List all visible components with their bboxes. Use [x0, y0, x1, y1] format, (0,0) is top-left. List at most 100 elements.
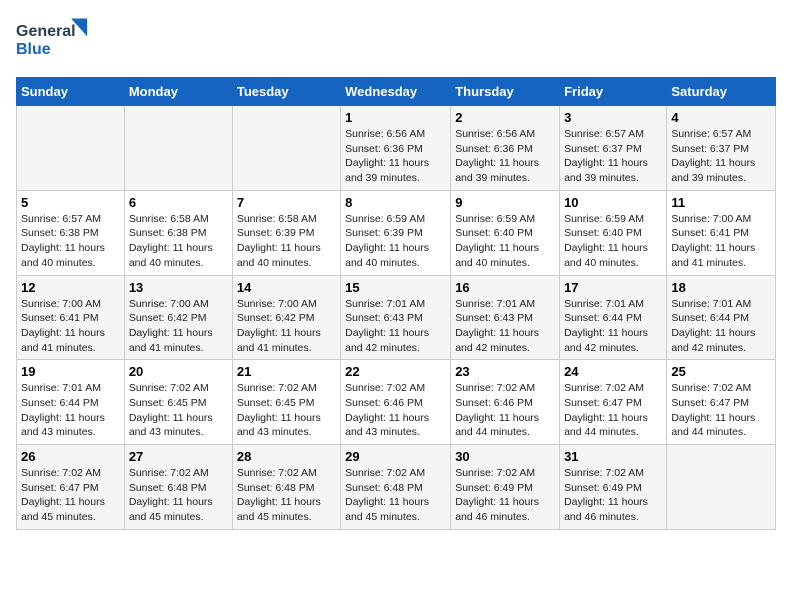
calendar-cell: 30 Sunrise: 7:02 AMSunset: 6:49 PMDayligh…	[451, 445, 560, 530]
calendar-cell: 31 Sunrise: 7:02 AMSunset: 6:49 PMDayligh…	[560, 445, 667, 530]
day-number: 20	[129, 364, 228, 379]
calendar-cell: 26 Sunrise: 7:02 AMSunset: 6:47 PMDayligh…	[17, 445, 125, 530]
day-number: 27	[129, 449, 228, 464]
day-info: Sunrise: 7:02 AMSunset: 6:46 PMDaylight:…	[345, 381, 446, 440]
day-info: Sunrise: 6:57 AMSunset: 6:38 PMDaylight:…	[21, 212, 120, 271]
calendar-cell: 16Sunrise: 7:01 AMSunset: 6:43 PMDayligh…	[451, 275, 560, 360]
calendar-cell: 19 Sunrise: 7:01 AMSunset: 6:44 PMDayligh…	[17, 360, 125, 445]
day-header-sunday: Sunday	[17, 78, 125, 106]
calendar-cell: 2 Sunrise: 6:56 AMSunset: 6:36 PMDaylight…	[451, 106, 560, 191]
day-info: Sunrise: 7:00 AMSunset: 6:42 PMDaylight:…	[237, 297, 336, 356]
calendar-cell	[232, 106, 340, 191]
week-row-1: 1 Sunrise: 6:56 AMSunset: 6:36 PMDaylight…	[17, 106, 776, 191]
day-info: Sunrise: 7:02 AMSunset: 6:47 PMDaylight:…	[21, 466, 120, 525]
calendar-cell: 20 Sunrise: 7:02 AMSunset: 6:45 PMDayligh…	[124, 360, 232, 445]
calendar-cell: 10 Sunrise: 6:59 AMSunset: 6:40 PMDayligh…	[560, 190, 667, 275]
day-info: Sunrise: 6:59 AMSunset: 6:40 PMDaylight:…	[564, 212, 662, 271]
calendar-cell: 18Sunrise: 7:01 AMSunset: 6:44 PMDayligh…	[667, 275, 776, 360]
day-header-monday: Monday	[124, 78, 232, 106]
day-number: 1	[345, 110, 446, 125]
day-info: Sunrise: 7:02 AMSunset: 6:47 PMDaylight:…	[564, 381, 662, 440]
day-info: Sunrise: 6:59 AMSunset: 6:39 PMDaylight:…	[345, 212, 446, 271]
calendar-cell: 29Sunrise: 7:02 AMSunset: 6:48 PMDayligh…	[341, 445, 451, 530]
calendar-cell: 14 Sunrise: 7:00 AMSunset: 6:42 PMDayligh…	[232, 275, 340, 360]
calendar-cell: 17 Sunrise: 7:01 AMSunset: 6:44 PMDayligh…	[560, 275, 667, 360]
calendar-cell: 27Sunrise: 7:02 AMSunset: 6:48 PMDayligh…	[124, 445, 232, 530]
day-number: 30	[455, 449, 555, 464]
calendar-cell	[124, 106, 232, 191]
day-info: Sunrise: 7:02 AMSunset: 6:49 PMDaylight:…	[564, 466, 662, 525]
calendar-cell: 23 Sunrise: 7:02 AMSunset: 6:46 PMDayligh…	[451, 360, 560, 445]
day-info: Sunrise: 7:01 AMSunset: 6:44 PMDaylight:…	[564, 297, 662, 356]
day-number: 14	[237, 280, 336, 295]
day-header-tuesday: Tuesday	[232, 78, 340, 106]
day-info: Sunrise: 7:00 AMSunset: 6:42 PMDaylight:…	[129, 297, 228, 356]
calendar-cell: 21 Sunrise: 7:02 AMSunset: 6:45 PMDayligh…	[232, 360, 340, 445]
day-number: 2	[455, 110, 555, 125]
day-number: 25	[671, 364, 771, 379]
week-row-4: 19 Sunrise: 7:01 AMSunset: 6:44 PMDayligh…	[17, 360, 776, 445]
day-info: Sunrise: 7:02 AMSunset: 6:47 PMDaylight:…	[671, 381, 771, 440]
svg-text:General: General	[16, 23, 76, 40]
calendar-cell: 22 Sunrise: 7:02 AMSunset: 6:46 PMDayligh…	[341, 360, 451, 445]
day-number: 24	[564, 364, 662, 379]
day-number: 31	[564, 449, 662, 464]
calendar-cell: 1 Sunrise: 6:56 AMSunset: 6:36 PMDaylight…	[341, 106, 451, 191]
page-header: General Blue	[16, 16, 776, 65]
day-info: Sunrise: 6:56 AMSunset: 6:36 PMDaylight:…	[455, 127, 555, 186]
day-info: Sunrise: 7:00 AMSunset: 6:41 PMDaylight:…	[671, 212, 771, 271]
week-row-2: 5 Sunrise: 6:57 AMSunset: 6:38 PMDaylight…	[17, 190, 776, 275]
calendar-cell: 9Sunrise: 6:59 AMSunset: 6:40 PMDaylight…	[451, 190, 560, 275]
calendar-cell: 12 Sunrise: 7:00 AMSunset: 6:41 PMDayligh…	[17, 275, 125, 360]
calendar-cell: 4 Sunrise: 6:57 AMSunset: 6:37 PMDaylight…	[667, 106, 776, 191]
day-number: 17	[564, 280, 662, 295]
day-info: Sunrise: 6:56 AMSunset: 6:36 PMDaylight:…	[345, 127, 446, 186]
day-number: 26	[21, 449, 120, 464]
day-number: 10	[564, 195, 662, 210]
day-number: 21	[237, 364, 336, 379]
calendar-cell: 7 Sunrise: 6:58 AMSunset: 6:39 PMDaylight…	[232, 190, 340, 275]
calendar-cell: 6 Sunrise: 6:58 AMSunset: 6:38 PMDaylight…	[124, 190, 232, 275]
day-number: 12	[21, 280, 120, 295]
svg-text:Blue: Blue	[16, 41, 51, 58]
day-info: Sunrise: 6:58 AMSunset: 6:39 PMDaylight:…	[237, 212, 336, 271]
calendar-cell: 5 Sunrise: 6:57 AMSunset: 6:38 PMDaylight…	[17, 190, 125, 275]
calendar-cell: 15 Sunrise: 7:01 AMSunset: 6:43 PMDayligh…	[341, 275, 451, 360]
calendar-cell: 24 Sunrise: 7:02 AMSunset: 6:47 PMDayligh…	[560, 360, 667, 445]
day-header-friday: Friday	[560, 78, 667, 106]
day-info: Sunrise: 6:59 AMSunset: 6:40 PMDaylight:…	[455, 212, 555, 271]
day-info: Sunrise: 7:01 AMSunset: 6:44 PMDaylight:…	[21, 381, 120, 440]
day-info: Sunrise: 6:57 AMSunset: 6:37 PMDaylight:…	[671, 127, 771, 186]
calendar-cell: 11 Sunrise: 7:00 AMSunset: 6:41 PMDayligh…	[667, 190, 776, 275]
day-info: Sunrise: 7:00 AMSunset: 6:41 PMDaylight:…	[21, 297, 120, 356]
day-header-wednesday: Wednesday	[341, 78, 451, 106]
calendar-cell: 3Sunrise: 6:57 AMSunset: 6:37 PMDaylight…	[560, 106, 667, 191]
day-number: 6	[129, 195, 228, 210]
day-number: 11	[671, 195, 771, 210]
calendar-table: SundayMondayTuesdayWednesdayThursdayFrid…	[16, 77, 776, 530]
calendar-cell: 25 Sunrise: 7:02 AMSunset: 6:47 PMDayligh…	[667, 360, 776, 445]
day-number: 5	[21, 195, 120, 210]
day-number: 7	[237, 195, 336, 210]
week-row-5: 26 Sunrise: 7:02 AMSunset: 6:47 PMDayligh…	[17, 445, 776, 530]
day-number: 29	[345, 449, 446, 464]
day-number: 4	[671, 110, 771, 125]
day-info: Sunrise: 7:02 AMSunset: 6:45 PMDaylight:…	[129, 381, 228, 440]
day-info: Sunrise: 7:02 AMSunset: 6:46 PMDaylight:…	[455, 381, 555, 440]
day-header-saturday: Saturday	[667, 78, 776, 106]
day-number: 22	[345, 364, 446, 379]
day-info: Sunrise: 7:02 AMSunset: 6:49 PMDaylight:…	[455, 466, 555, 525]
day-info: Sunrise: 7:01 AMSunset: 6:43 PMDaylight:…	[345, 297, 446, 356]
day-number: 8	[345, 195, 446, 210]
day-info: Sunrise: 7:02 AMSunset: 6:45 PMDaylight:…	[237, 381, 336, 440]
day-number: 23	[455, 364, 555, 379]
day-info: Sunrise: 7:02 AMSunset: 6:48 PMDaylight:…	[237, 466, 336, 525]
day-header-thursday: Thursday	[451, 78, 560, 106]
calendar-cell	[667, 445, 776, 530]
day-number: 19	[21, 364, 120, 379]
day-number: 15	[345, 280, 446, 295]
calendar-cell: 13Sunrise: 7:00 AMSunset: 6:42 PMDayligh…	[124, 275, 232, 360]
day-info: Sunrise: 6:58 AMSunset: 6:38 PMDaylight:…	[129, 212, 228, 271]
day-number: 3	[564, 110, 662, 125]
week-row-3: 12 Sunrise: 7:00 AMSunset: 6:41 PMDayligh…	[17, 275, 776, 360]
